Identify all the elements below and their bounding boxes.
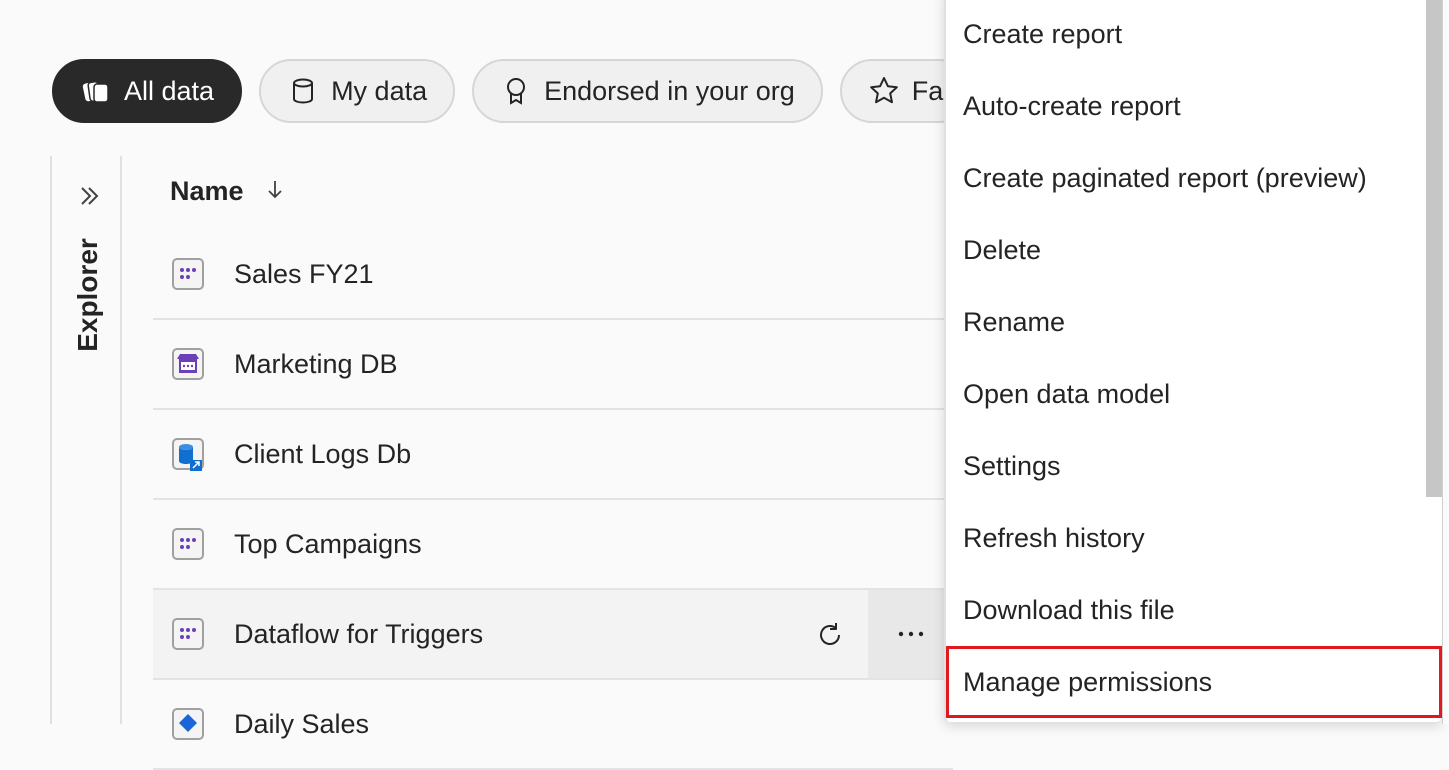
menu-item-create-paginated-report[interactable]: Create paginated report (preview)	[946, 142, 1442, 214]
page-edge	[1442, 0, 1449, 724]
menu-item-download-file[interactable]: Download this file	[946, 574, 1442, 646]
sql-database-icon	[171, 437, 205, 471]
star-icon	[868, 75, 900, 107]
name-column-header[interactable]: Name	[170, 176, 286, 207]
filter-all-data[interactable]: All data	[52, 59, 243, 123]
table-row[interactable]: Client Logs Db	[153, 410, 953, 500]
semantic-model-icon	[171, 257, 205, 291]
blue-item-icon	[171, 707, 205, 741]
filter-my-data[interactable]: My data	[259, 59, 456, 123]
more-options-button[interactable]	[868, 590, 953, 678]
menu-scrollbar[interactable]	[1426, 0, 1442, 497]
table-row[interactable]: Top Campaigns	[153, 500, 953, 590]
item-name: Dataflow for Triggers	[234, 618, 484, 649]
menu-item-delete[interactable]: Delete	[946, 214, 1442, 286]
menu-item-settings[interactable]: Settings	[946, 430, 1442, 502]
table-row[interactable]: Dataflow for Triggers	[153, 590, 953, 680]
filter-pills: All data My data Endorsed in your org Fa	[52, 59, 972, 123]
menu-item-open-data-model[interactable]: Open data model	[946, 358, 1442, 430]
table-row[interactable]: Marketing DB	[153, 320, 953, 410]
filter-label: Fa	[911, 75, 944, 106]
item-name: Marketing DB	[234, 348, 398, 379]
explorer-label[interactable]: Explorer	[72, 238, 104, 352]
ribbon-award-icon	[500, 75, 532, 107]
filter-label: My data	[331, 75, 428, 106]
database-cylinder-icon	[287, 75, 319, 107]
table-row[interactable]: Daily Sales	[153, 680, 953, 770]
filter-label: Endorsed in your org	[544, 75, 795, 106]
arrow-down-icon	[264, 178, 286, 205]
context-menu: Create report Auto-create report Create …	[944, 0, 1442, 722]
name-header-label: Name	[170, 176, 244, 206]
menu-item-manage-permissions[interactable]: Manage permissions	[946, 646, 1442, 718]
item-name: Daily Sales	[234, 708, 370, 739]
items-list: Sales FY21 Marketing DB Client Logs Db T…	[153, 230, 953, 770]
menu-item-create-report[interactable]: Create report	[946, 0, 1442, 70]
item-name: Client Logs Db	[234, 438, 412, 469]
datamart-icon	[171, 347, 205, 381]
table-row[interactable]: Sales FY21	[153, 230, 953, 320]
semantic-model-icon	[171, 527, 205, 561]
item-name: Sales FY21	[234, 258, 374, 289]
filter-label: All data	[124, 75, 215, 106]
more-options-icon	[898, 631, 923, 637]
menu-item-auto-create-report[interactable]: Auto-create report	[946, 70, 1442, 142]
item-name: Top Campaigns	[234, 528, 422, 559]
menu-item-rename[interactable]: Rename	[946, 286, 1442, 358]
semantic-model-icon	[171, 617, 205, 651]
menu-item-refresh-history[interactable]: Refresh history	[946, 502, 1442, 574]
double-chevron-right-icon[interactable]	[76, 182, 104, 210]
filter-endorsed[interactable]: Endorsed in your org	[472, 59, 823, 123]
stack-icon	[80, 75, 112, 107]
refresh-icon[interactable]	[815, 620, 845, 650]
